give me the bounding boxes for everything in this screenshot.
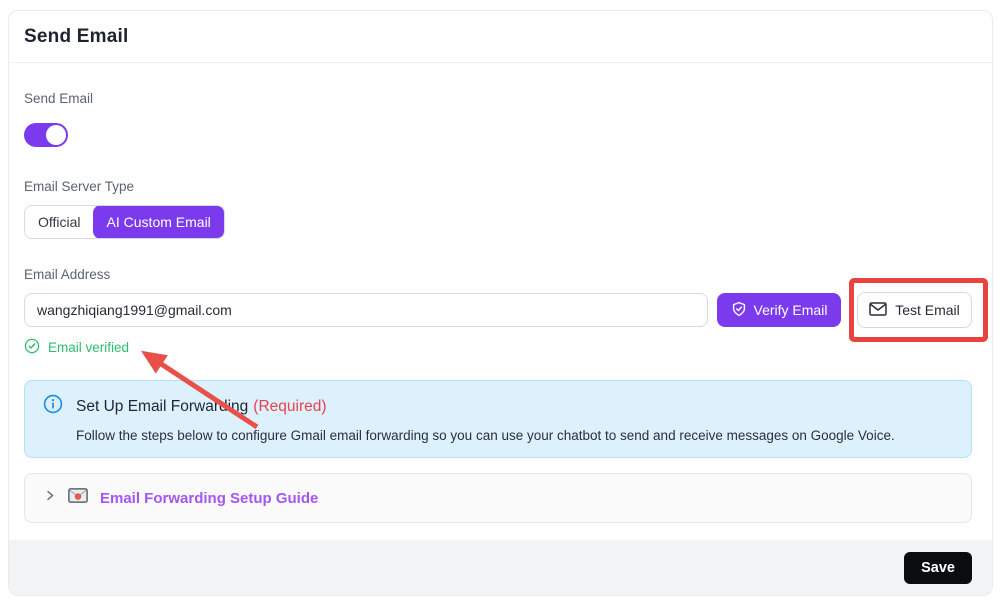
send-email-toggle[interactable] xyxy=(24,123,68,147)
check-circle-icon xyxy=(24,338,40,357)
alert-header: Set Up Email Forwarding (Required) xyxy=(43,394,955,419)
server-type-ai-custom-email-button[interactable]: AI Custom Email xyxy=(93,205,225,239)
send-email-settings-page: Send Email Send Email Email Server Type … xyxy=(0,0,1001,607)
shield-check-icon xyxy=(731,301,747,320)
alert-title-text: Set Up Email Forwarding xyxy=(76,398,248,415)
envelope-emoji-icon xyxy=(68,488,88,508)
test-email-button[interactable]: Test Email xyxy=(857,292,972,328)
email-server-type-label: Email Server Type xyxy=(24,179,972,195)
alert-required-tag: (Required) xyxy=(253,398,326,415)
test-email-highlight-annotation: Test Email xyxy=(849,278,988,342)
save-button[interactable]: Save xyxy=(904,552,972,584)
email-forwarding-alert: Set Up Email Forwarding (Required) Follow… xyxy=(24,380,972,458)
toggle-knob xyxy=(46,125,66,145)
send-email-card: Send Email Send Email Email Server Type … xyxy=(8,10,993,596)
chevron-right-icon xyxy=(44,489,56,507)
email-address-label: Email Address xyxy=(24,267,972,283)
email-server-type-segmented: Official AI Custom Email xyxy=(24,205,225,239)
setup-guide-label: Email Forwarding Setup Guide xyxy=(100,490,318,507)
alert-description: Follow the steps below to configure Gmai… xyxy=(76,427,955,444)
info-circle-icon xyxy=(43,394,63,419)
send-email-label: Send Email xyxy=(24,91,972,107)
mail-icon xyxy=(869,302,887,319)
verify-email-button[interactable]: Verify Email xyxy=(717,293,841,327)
email-address-input[interactable] xyxy=(24,293,708,327)
page-title: Send Email xyxy=(24,26,128,48)
card-body: Send Email Email Server Type Official AI… xyxy=(9,91,992,523)
card-footer: Save xyxy=(9,540,992,595)
email-verified-text: Email verified xyxy=(48,340,129,355)
test-email-button-label: Test Email xyxy=(895,302,960,318)
alert-title: Set Up Email Forwarding (Required) xyxy=(76,398,327,416)
email-verified-status: Email verified xyxy=(24,338,972,357)
setup-guide-accordion[interactable]: Email Forwarding Setup Guide xyxy=(24,473,972,523)
card-header: Send Email xyxy=(9,11,992,63)
verify-email-button-label: Verify Email xyxy=(754,302,828,318)
email-address-row: Verify Email Test Email xyxy=(24,293,972,327)
server-type-official-button[interactable]: Official xyxy=(25,206,94,238)
